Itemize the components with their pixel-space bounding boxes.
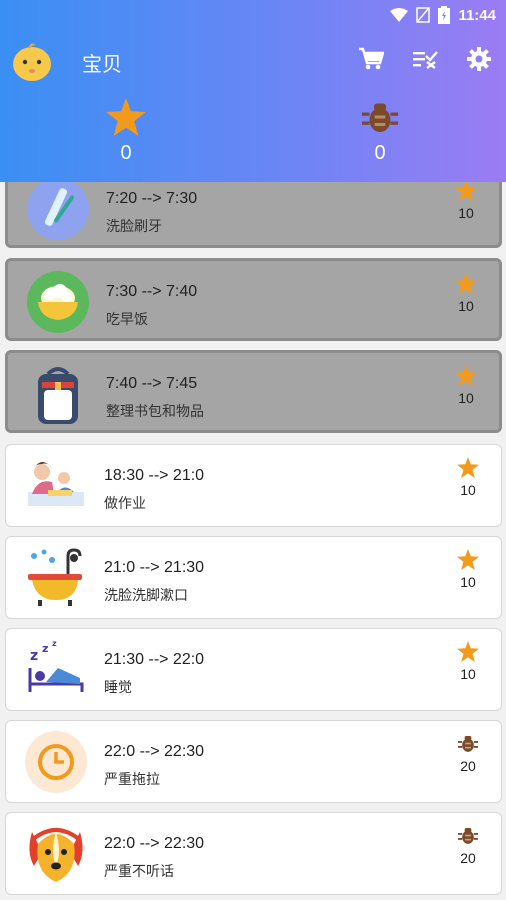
status-time: 11:44 <box>458 6 496 24</box>
star-icon <box>457 641 479 666</box>
star-count: 0 <box>120 142 132 164</box>
settings-button[interactable] <box>464 46 494 76</box>
task-reward: 10 <box>453 641 483 682</box>
backpack-icon <box>26 362 90 426</box>
bathtub-icon <box>24 546 88 610</box>
bug-icon <box>458 736 478 758</box>
star-icon <box>455 365 477 390</box>
task-points: 10 <box>458 390 474 406</box>
bug-count: 0 <box>374 142 386 164</box>
toolbar: 宝贝 <box>0 30 506 92</box>
star-icon <box>455 182 477 205</box>
task-name: 吃早饭 <box>106 312 148 328</box>
list-check-icon <box>412 49 438 73</box>
task-time: 7:20 --> 7:30 <box>106 190 198 207</box>
task-card[interactable]: 7:30 --> 7:40 吃早饭 10 <box>5 258 502 341</box>
status-bar: 11:44 <box>0 0 506 30</box>
task-name: 做作业 <box>104 496 146 512</box>
task-points: 20 <box>460 758 476 774</box>
task-reward: 10 <box>453 549 483 590</box>
task-time: 22:0 --> 22:30 <box>104 743 205 760</box>
clock-icon <box>24 730 88 794</box>
svg-text:z: z <box>30 648 38 664</box>
task-reward: 10 <box>453 457 483 498</box>
task-filter-button[interactable] <box>410 46 440 76</box>
task-card[interactable]: 18:30 --> 21:0 做作业 10 <box>5 444 502 527</box>
bug-icon <box>362 103 398 140</box>
cart-icon <box>358 47 385 75</box>
task-list: 7:20 --> 7:30 洗脸刷牙 10 7:30 --> 7:40 吃早饭 … <box>0 182 506 900</box>
dog-icon <box>24 822 88 886</box>
star-icon <box>106 98 146 140</box>
task-reward: 10 <box>451 365 481 406</box>
star-stat[interactable]: 0 <box>86 98 166 165</box>
task-name: 洗脸洗脚漱口 <box>104 588 188 604</box>
task-points: 10 <box>458 205 474 221</box>
task-name: 严重拖拉 <box>104 772 160 788</box>
task-card[interactable]: 22:0 --> 22:30 严重拖拉 20 <box>5 720 502 803</box>
task-reward: 20 <box>453 825 483 866</box>
task-card[interactable]: 7:40 --> 7:45 整理书包和物品 10 <box>5 350 502 433</box>
task-points: 10 <box>458 298 474 314</box>
task-name: 严重不听话 <box>104 864 174 880</box>
wifi-icon <box>390 8 409 22</box>
stats-bar: 0 0 <box>0 98 506 178</box>
bug-icon <box>458 828 478 850</box>
bug-stat[interactable]: 0 <box>340 98 420 165</box>
homework-icon <box>24 454 88 518</box>
task-name: 整理书包和物品 <box>106 404 204 420</box>
cart-button[interactable] <box>356 46 386 76</box>
task-card[interactable]: 22:0 --> 22:30 严重不听话 20 <box>5 812 502 895</box>
task-card[interactable]: 7:20 --> 7:30 洗脸刷牙 10 <box>5 182 502 248</box>
star-icon <box>455 273 477 298</box>
baby-avatar-icon[interactable] <box>12 40 52 82</box>
task-time: 7:30 --> 7:40 <box>106 283 198 300</box>
task-time: 7:40 --> 7:45 <box>106 375 198 392</box>
task-points: 10 <box>460 482 476 498</box>
app-header: 11:44 宝贝 0 0 <box>0 0 506 182</box>
task-reward: 10 <box>451 182 481 221</box>
sleep-icon: zzz <box>24 638 88 702</box>
task-name: 洗脸刷牙 <box>106 219 162 235</box>
star-icon <box>457 457 479 482</box>
task-points: 10 <box>460 666 476 682</box>
task-name: 睡觉 <box>104 680 132 696</box>
gear-icon <box>467 47 491 75</box>
task-card[interactable]: zzz 21:30 --> 22:0 睡觉 10 <box>5 628 502 711</box>
no-signal-icon <box>416 7 431 23</box>
toothbrush-icon <box>26 182 90 241</box>
task-time: 21:0 --> 21:30 <box>104 559 205 576</box>
task-card[interactable]: 21:0 --> 21:30 洗脸洗脚漱口 10 <box>5 536 502 619</box>
task-reward: 20 <box>453 733 483 774</box>
page-title: 宝贝 <box>82 54 122 76</box>
task-time: 22:0 --> 22:30 <box>104 835 205 852</box>
rice-bowl-icon <box>26 270 90 334</box>
task-points: 20 <box>460 850 476 866</box>
task-time: 21:30 --> 22:0 <box>104 651 205 668</box>
star-icon <box>457 549 479 574</box>
task-time: 18:30 --> 21:0 <box>104 467 205 484</box>
task-reward: 10 <box>451 273 481 314</box>
battery-icon <box>438 6 451 24</box>
task-points: 10 <box>460 574 476 590</box>
svg-text:z: z <box>52 639 57 648</box>
svg-text:z: z <box>42 642 48 655</box>
